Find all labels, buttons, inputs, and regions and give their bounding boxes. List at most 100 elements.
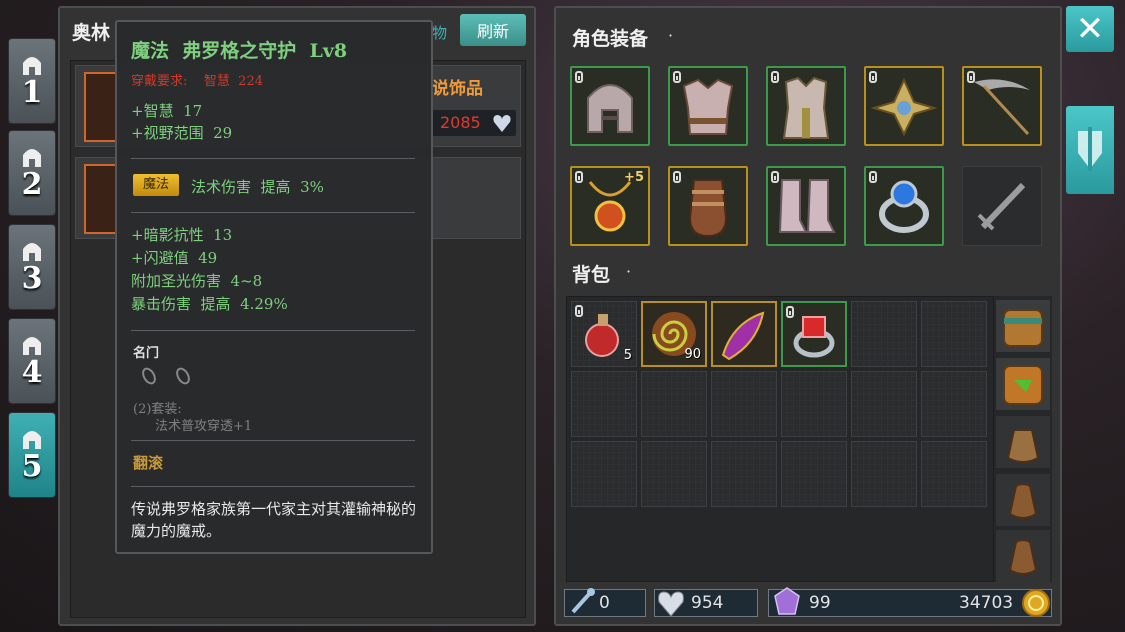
lock-icon (575, 305, 583, 317)
robe-icon (782, 76, 830, 139)
bag-slot-empty[interactable] (641, 441, 707, 507)
equip-slot-gloves[interactable] (668, 166, 748, 246)
sack-icon (1008, 483, 1038, 519)
bag-tab-2[interactable] (996, 358, 1050, 410)
boots-icon (778, 179, 836, 233)
equip-slot-helmet[interactable] (570, 66, 650, 146)
shop-item-price: 2085 (440, 113, 481, 132)
equip-slot-empty-weapon[interactable] (962, 166, 1042, 246)
armor-side-tab[interactable] (1066, 106, 1114, 194)
close-icon: ✕ (1075, 9, 1105, 49)
lock-icon (786, 306, 794, 318)
gems-currency: 954 (654, 589, 758, 617)
item-count: 90 (684, 347, 701, 362)
char-tab-number: 5 (21, 449, 43, 484)
char-tab-2[interactable]: 2 (8, 130, 56, 216)
item-count: 5 (623, 348, 632, 363)
bag-slot-empty[interactable] (571, 441, 637, 507)
bag-slot-empty[interactable] (921, 301, 987, 367)
lock-icon (673, 171, 681, 183)
base-stat: +视野范围 29 (131, 124, 233, 142)
char-tab-3[interactable]: 3 (8, 224, 56, 310)
backpack-icon (1003, 309, 1043, 347)
bag-tab-1[interactable] (996, 300, 1050, 352)
bag-slot-empty[interactable] (921, 441, 987, 507)
bag-slot-gem[interactable] (781, 301, 847, 367)
bag-slot-empty[interactable] (851, 441, 917, 507)
backpack-grid: 5 90 (566, 296, 994, 582)
equip-slot-chest[interactable] (668, 66, 748, 146)
bag-slot-empty[interactable] (851, 371, 917, 437)
helmet-icon (23, 431, 41, 449)
backpack-title: 背包 (572, 264, 611, 286)
enhance-level: +5 (624, 170, 644, 185)
inventory-panel: 角色装备 · +5 背包 · 5 90 0 954 99 34703 (554, 6, 1062, 626)
keys-value: 0 (599, 593, 610, 613)
char-tab-5[interactable]: 5 (8, 412, 56, 498)
bag-slot-empty[interactable] (921, 371, 987, 437)
equip-slot-ring[interactable] (864, 166, 944, 246)
helmet-icon (23, 149, 41, 167)
lock-icon (869, 171, 877, 183)
helmet-icon (587, 84, 633, 133)
item-tooltip: 魔法 弗罗格之守护 Lv8 穿戴要求: 智慧 224 +智慧 17 +视野范围 … (115, 20, 433, 554)
equip-slot-amulet[interactable] (864, 66, 944, 146)
bag-tab-4[interactable] (996, 474, 1050, 526)
bag-selector (994, 296, 1052, 582)
crystals-value: 99 (809, 593, 831, 613)
bag-slot-scroll[interactable]: 90 (641, 301, 707, 367)
char-tab-number: 2 (21, 167, 43, 202)
gold-coin-icon (1022, 589, 1050, 617)
lock-icon (575, 71, 583, 83)
lock-icon (967, 71, 975, 83)
char-tab-4[interactable]: 4 (8, 318, 56, 404)
equip-slot-legs[interactable] (766, 66, 846, 146)
sword-icon (977, 182, 1026, 231)
sack-icon (1008, 539, 1038, 575)
glove-icon (688, 179, 728, 238)
lock-icon (673, 71, 681, 83)
bag-slot-empty[interactable] (571, 371, 637, 437)
bag-slot-empty[interactable] (851, 301, 917, 367)
item-name: 魔法 弗罗格之守护 Lv8 (131, 40, 348, 62)
bag-slot-empty[interactable] (711, 371, 777, 437)
shop-side-text: 物 (432, 24, 448, 42)
equipment-title: 角色装备 (572, 28, 649, 50)
shop-item-name: 说饰品 (432, 79, 483, 99)
divider (131, 330, 415, 331)
bag-slot-empty[interactable] (781, 441, 847, 507)
gem-heart-icon (493, 115, 511, 132)
char-tab-1[interactable]: 1 (8, 38, 56, 124)
helmet-icon (23, 243, 41, 261)
bag-tab-5[interactable] (996, 530, 1050, 582)
lock-icon (771, 171, 779, 183)
bag-slot-empty[interactable] (711, 441, 777, 507)
extra-stat: 暴击伤害 提高 4.29% (131, 295, 288, 313)
gold-value: 34703 (959, 593, 1014, 613)
shop-title: 奥林 (72, 22, 111, 44)
bag-slot-empty[interactable] (641, 371, 707, 437)
amulet-icon (870, 77, 938, 137)
gem-heart-icon (658, 591, 684, 617)
bag-slot-empty[interactable] (781, 371, 847, 437)
helmet-icon (23, 57, 41, 75)
bag-slot-potion[interactable]: 5 (571, 301, 637, 367)
lock-icon (869, 71, 877, 83)
refresh-button[interactable]: 刷新 (460, 14, 526, 46)
equip-slot-boots[interactable] (766, 166, 846, 246)
scythe-icon (974, 79, 1030, 136)
divider (131, 158, 415, 159)
equip-slot-weapon[interactable] (962, 66, 1042, 146)
crystals-currency: 99 34703 (768, 587, 1052, 617)
backpack-title-dot: · (626, 262, 632, 281)
set-piece-icon (176, 367, 190, 385)
shield-sword-icon (1078, 127, 1102, 171)
equipment-title-dot: · (668, 26, 674, 45)
close-button[interactable]: ✕ (1066, 6, 1114, 52)
equip-slot-necklace[interactable]: +5 (570, 166, 650, 246)
ring-icon (879, 180, 929, 233)
bag-slot-cone[interactable] (711, 301, 777, 367)
char-tab-number: 4 (21, 355, 43, 390)
bag-tab-3[interactable] (996, 416, 1050, 468)
divider (131, 486, 415, 487)
